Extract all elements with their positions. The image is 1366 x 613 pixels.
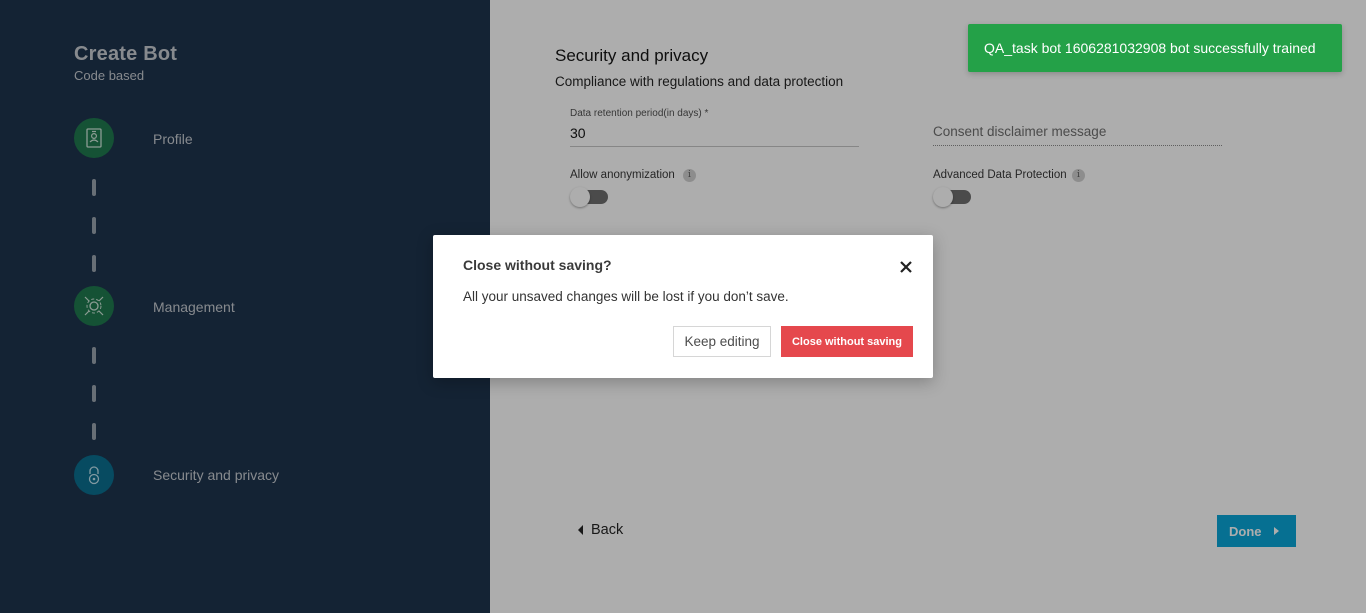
close-without-saving-button[interactable]: Close without saving — [781, 326, 913, 357]
keep-editing-button[interactable]: Keep editing — [673, 326, 771, 357]
confirm-dialog: Close without saving? All your unsaved c… — [433, 235, 933, 378]
dialog-title: Close without saving? — [463, 257, 612, 273]
toast-message: QA_task bot 1606281032908 bot successful… — [984, 40, 1316, 56]
success-toast[interactable]: QA_task bot 1606281032908 bot successful… — [968, 24, 1342, 72]
dialog-message: All your unsaved changes will be lost if… — [463, 289, 789, 304]
close-icon[interactable] — [899, 260, 913, 274]
